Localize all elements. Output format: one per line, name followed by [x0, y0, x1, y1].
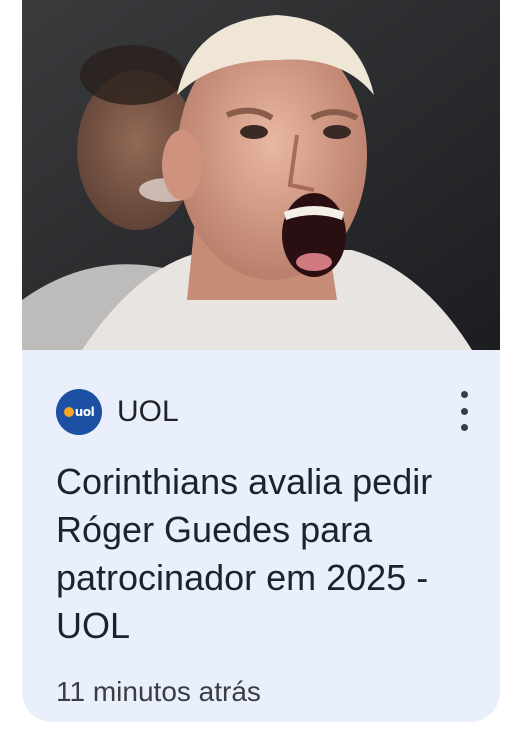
menu-dot: [460, 391, 468, 398]
menu-dot: [460, 424, 468, 431]
article-image[interactable]: [22, 0, 500, 350]
publisher-name: UOL: [117, 395, 179, 428]
news-card[interactable]: uol UOL Corinthians avalia pedir Róger G…: [22, 0, 500, 722]
publisher-logo: uol: [56, 389, 102, 435]
logo-text: uol: [74, 405, 95, 419]
article-meta: uol UOL: [56, 389, 468, 435]
menu-dot: [460, 407, 468, 415]
logo-dot-icon: [63, 407, 74, 417]
article-headline[interactable]: Corinthians avalia pedir Róger Guedes pa…: [56, 458, 476, 650]
timestamp: 11 minutos atrás: [56, 676, 261, 707]
more-options-icon[interactable]: [454, 391, 474, 431]
player-photo: [22, 0, 500, 350]
